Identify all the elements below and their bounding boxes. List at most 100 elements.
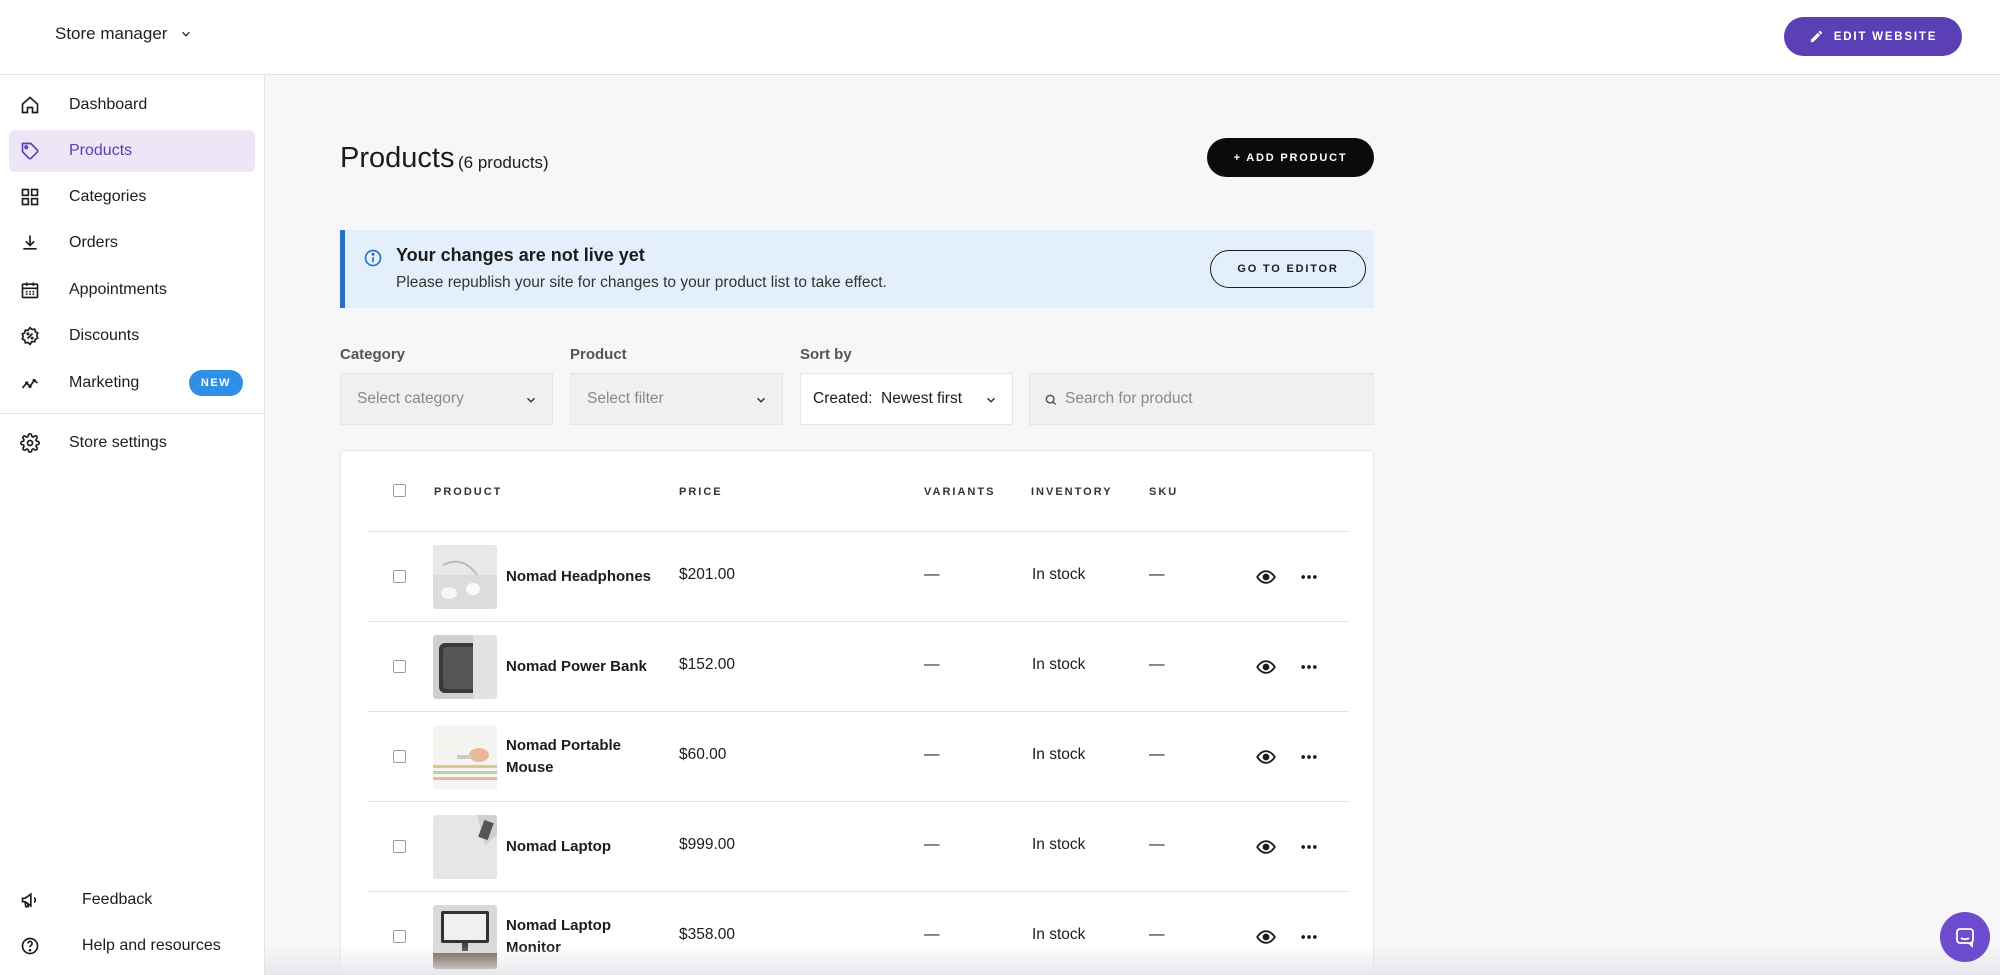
more-icon[interactable] bbox=[1299, 747, 1319, 767]
product-inventory: In stock bbox=[1032, 926, 1086, 943]
more-icon[interactable] bbox=[1299, 927, 1319, 947]
more-icon[interactable] bbox=[1299, 657, 1319, 677]
eye-icon[interactable] bbox=[1255, 567, 1277, 587]
category-label: Category bbox=[340, 346, 406, 363]
trend-icon bbox=[21, 378, 38, 389]
chat-launcher-button[interactable] bbox=[1940, 912, 1990, 962]
product-variants: — bbox=[924, 566, 940, 583]
sidebar-item-label: Store settings bbox=[69, 434, 167, 451]
product-name[interactable]: Nomad Laptop bbox=[506, 836, 656, 858]
product-label: Product bbox=[570, 346, 627, 363]
table-row[interactable]: Nomad Headphones $201.00 — In stock — bbox=[367, 532, 1349, 622]
store-manager-dropdown[interactable]: Store manager bbox=[55, 24, 193, 44]
edit-website-button[interactable]: EDIT WEBSITE bbox=[1784, 17, 1962, 56]
home-icon bbox=[21, 96, 39, 114]
product-variants: — bbox=[924, 746, 940, 763]
sidebar-item-orders[interactable]: Orders bbox=[9, 222, 255, 264]
category-select-value: Select category bbox=[357, 390, 464, 407]
product-price: $999.00 bbox=[679, 836, 736, 853]
product-variants: — bbox=[924, 836, 940, 853]
sidebar-item-label: Products bbox=[69, 142, 133, 159]
calendar-icon bbox=[21, 282, 39, 299]
chevron-down-icon bbox=[182, 31, 191, 37]
top-bar: Store manager EDIT WEBSITE bbox=[0, 0, 2000, 75]
row-checkbox[interactable] bbox=[393, 750, 406, 763]
product-inventory: In stock bbox=[1032, 836, 1086, 853]
product-name[interactable]: Nomad Headphones bbox=[506, 566, 656, 588]
download-icon bbox=[23, 235, 37, 250]
sidebar-item-products[interactable]: Products bbox=[9, 130, 255, 172]
store-manager-label: Store manager bbox=[55, 24, 168, 43]
product-name[interactable]: Nomad Laptop Monitor bbox=[506, 915, 656, 959]
chevron-down-icon bbox=[526, 397, 536, 403]
grid-icon bbox=[21, 188, 39, 206]
chevron-down-icon bbox=[986, 397, 996, 403]
product-price: $60.00 bbox=[679, 746, 727, 763]
eye-icon[interactable] bbox=[1255, 747, 1277, 767]
select-all-checkbox[interactable] bbox=[393, 484, 406, 497]
sidebar-item-feedback[interactable]: Feedback bbox=[9, 880, 255, 920]
product-inventory: In stock bbox=[1032, 656, 1086, 673]
sidebar-item-discounts[interactable]: Discounts bbox=[9, 315, 255, 357]
sidebar-item-appointments[interactable]: Appointments bbox=[9, 269, 255, 311]
product-sku: — bbox=[1149, 926, 1165, 943]
column-header-product: PRODUCT bbox=[434, 486, 503, 498]
product-thumbnail bbox=[433, 725, 497, 789]
column-header-price: PRICE bbox=[679, 486, 723, 498]
sidebar-item-dashboard[interactable]: Dashboard bbox=[9, 84, 255, 126]
banner-title: Your changes are not live yet bbox=[396, 245, 645, 265]
sidebar-item-marketing[interactable]: Marketing NEW bbox=[9, 362, 255, 404]
sidebar-divider bbox=[0, 413, 265, 414]
product-inventory: In stock bbox=[1032, 746, 1086, 763]
products-table: PRODUCT PRICE VARIANTS INVENTORY SKU Nom… bbox=[340, 450, 1374, 975]
sort-label: Sort by bbox=[800, 346, 852, 363]
search-input[interactable] bbox=[1065, 374, 1365, 424]
sort-select-value: Created: Newest first bbox=[813, 390, 963, 407]
row-checkbox[interactable] bbox=[393, 840, 406, 853]
eye-icon[interactable] bbox=[1255, 837, 1277, 857]
sidebar-item-label: Appointments bbox=[69, 281, 167, 298]
sidebar: Dashboard Products Categories Orders App… bbox=[0, 75, 265, 975]
product-sku: — bbox=[1149, 746, 1165, 763]
table-row[interactable]: Nomad Portable Mouse $60.00 — In stock — bbox=[367, 712, 1349, 802]
eye-icon[interactable] bbox=[1255, 657, 1277, 677]
help-circle-icon bbox=[21, 937, 39, 955]
sidebar-item-label: Discounts bbox=[69, 327, 140, 344]
page-title: Products bbox=[340, 142, 455, 174]
row-checkbox[interactable] bbox=[393, 660, 406, 673]
product-thumbnail bbox=[433, 815, 497, 879]
product-filter-select[interactable]: Select filter bbox=[570, 373, 783, 425]
sidebar-item-store-settings[interactable]: Store settings bbox=[9, 422, 255, 464]
product-price: $152.00 bbox=[679, 656, 736, 673]
product-variants: — bbox=[924, 656, 940, 673]
table-row[interactable]: Nomad Power Bank $152.00 — In stock — bbox=[367, 622, 1349, 712]
go-to-editor-button[interactable]: GO TO EDITOR bbox=[1210, 250, 1366, 288]
add-product-button[interactable]: + ADD PRODUCT bbox=[1207, 138, 1374, 177]
edit-website-label: EDIT WEBSITE bbox=[1833, 30, 1938, 43]
sidebar-item-label: Orders bbox=[69, 234, 118, 251]
product-name[interactable]: Nomad Power Bank bbox=[506, 656, 656, 678]
eye-icon[interactable] bbox=[1255, 927, 1277, 947]
row-checkbox[interactable] bbox=[393, 930, 406, 943]
table-row[interactable]: Nomad Laptop Monitor $358.00 — In stock … bbox=[367, 892, 1349, 975]
more-icon[interactable] bbox=[1299, 567, 1319, 587]
category-select[interactable]: Select category bbox=[340, 373, 553, 425]
new-badge: NEW bbox=[189, 370, 243, 396]
chevron-down-icon bbox=[756, 397, 766, 403]
sidebar-item-label: Help and resources bbox=[82, 937, 221, 954]
sort-select[interactable]: Created: Newest first bbox=[800, 373, 1013, 425]
product-select-value: Select filter bbox=[587, 390, 664, 407]
pencil-icon bbox=[1810, 30, 1822, 43]
unpublished-changes-banner: Your changes are not live yet Please rep… bbox=[340, 230, 1374, 308]
info-icon bbox=[364, 249, 382, 267]
sidebar-item-categories[interactable]: Categories bbox=[9, 176, 255, 218]
row-checkbox[interactable] bbox=[393, 570, 406, 583]
search-icon bbox=[1045, 394, 1057, 406]
sidebar-item-help[interactable]: Help and resources bbox=[9, 926, 255, 966]
column-header-sku: SKU bbox=[1149, 486, 1179, 498]
table-row[interactable]: Nomad Laptop $999.00 — In stock — bbox=[367, 802, 1349, 892]
more-icon[interactable] bbox=[1299, 837, 1319, 857]
product-thumbnail bbox=[433, 545, 497, 609]
product-variants: — bbox=[924, 926, 940, 943]
product-name[interactable]: Nomad Portable Mouse bbox=[506, 735, 656, 779]
